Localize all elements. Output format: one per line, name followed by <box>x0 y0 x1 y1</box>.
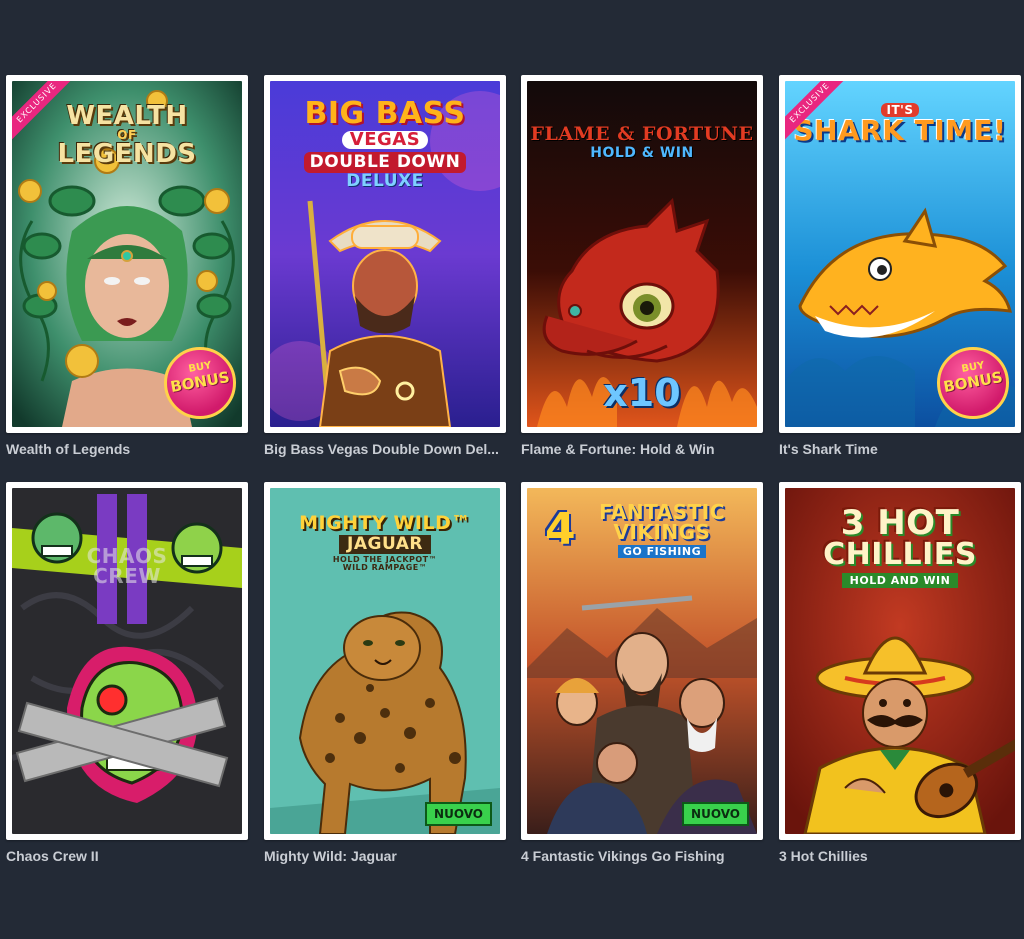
game-thumbnail[interactable]: BIG BASS VEGAS DOUBLE DOWN DELUXE <box>264 75 506 433</box>
game-title[interactable]: 4 Fantastic Vikings Go Fishing <box>521 848 763 864</box>
game-title[interactable]: Wealth of Legends <box>6 441 248 457</box>
game-title[interactable]: Mighty Wild: Jaguar <box>264 848 506 864</box>
game-art: 3 HOT CHILLIES HOLD AND WIN <box>785 488 1015 834</box>
game-title[interactable]: Chaos Crew II <box>6 848 248 864</box>
game-art: 4 FANTASTIC VIKINGS GO FISHING NUOVO <box>527 488 757 834</box>
game-title[interactable]: It's Shark Time <box>779 441 1021 457</box>
game-thumbnail[interactable]: IT'S SHARK TIME! EXCLUSIVE BUY BONUS <box>779 75 1021 433</box>
game-thumbnail[interactable]: FLAME & FORTUNE HOLD & WIN x10 <box>521 75 763 433</box>
game-thumbnail[interactable]: CHAOS CREW <box>6 482 248 840</box>
game-art: WEALTH OF LEGENDS EXCLUSIVE BUY BONUS <box>12 81 242 427</box>
game-thumbnail[interactable]: MIGHTY WILD™ JAGUAR HOLD THE JACKPOT™ WI… <box>264 482 506 840</box>
game-art: CHAOS CREW <box>12 488 242 834</box>
multiplier-label: x10 <box>603 371 681 415</box>
game-title[interactable]: Flame & Fortune: Hold & Win <box>521 441 763 457</box>
game-thumbnail[interactable]: 3 HOT CHILLIES HOLD AND WIN <box>779 482 1021 840</box>
game-art: MIGHTY WILD™ JAGUAR HOLD THE JACKPOT™ WI… <box>270 488 500 834</box>
new-badge: NUOVO <box>682 802 749 826</box>
buy-bonus-badge: BUY BONUS <box>937 347 1009 419</box>
game-art: FLAME & FORTUNE HOLD & WIN x10 <box>527 81 757 427</box>
game-logo: 3 HOT CHILLIES HOLD AND WIN <box>823 503 977 588</box>
game-title[interactable]: Big Bass Vegas Double Down Del... <box>264 441 506 457</box>
exclusive-ribbon: EXCLUSIVE <box>12 81 72 141</box>
game-grid: WEALTH OF LEGENDS EXCLUSIVE BUY BONUS Wea… <box>0 0 1024 939</box>
game-art: BIG BASS VEGAS DOUBLE DOWN DELUXE <box>270 81 500 427</box>
exclusive-ribbon: EXCLUSIVE <box>785 81 845 141</box>
game-logo: CHAOS CREW <box>86 544 168 588</box>
game-logo: 4 FANTASTIC VIKINGS GO FISHING <box>545 500 725 558</box>
game-logo: FLAME & FORTUNE HOLD & WIN <box>530 123 754 161</box>
game-logo: MIGHTY WILD™ JAGUAR HOLD THE JACKPOT™ WI… <box>299 512 471 572</box>
game-logo: BIG BASS VEGAS DOUBLE DOWN DELUXE <box>303 96 467 191</box>
new-badge: NUOVO <box>425 802 492 826</box>
game-art: IT'S SHARK TIME! EXCLUSIVE BUY BONUS <box>785 81 1015 427</box>
buy-bonus-badge: BUY BONUS <box>164 347 236 419</box>
game-thumbnail[interactable]: 4 FANTASTIC VIKINGS GO FISHING NUOVO <box>521 482 763 840</box>
game-thumbnail[interactable]: WEALTH OF LEGENDS EXCLUSIVE BUY BONUS <box>6 75 248 433</box>
game-title[interactable]: 3 Hot Chillies <box>779 848 1021 864</box>
